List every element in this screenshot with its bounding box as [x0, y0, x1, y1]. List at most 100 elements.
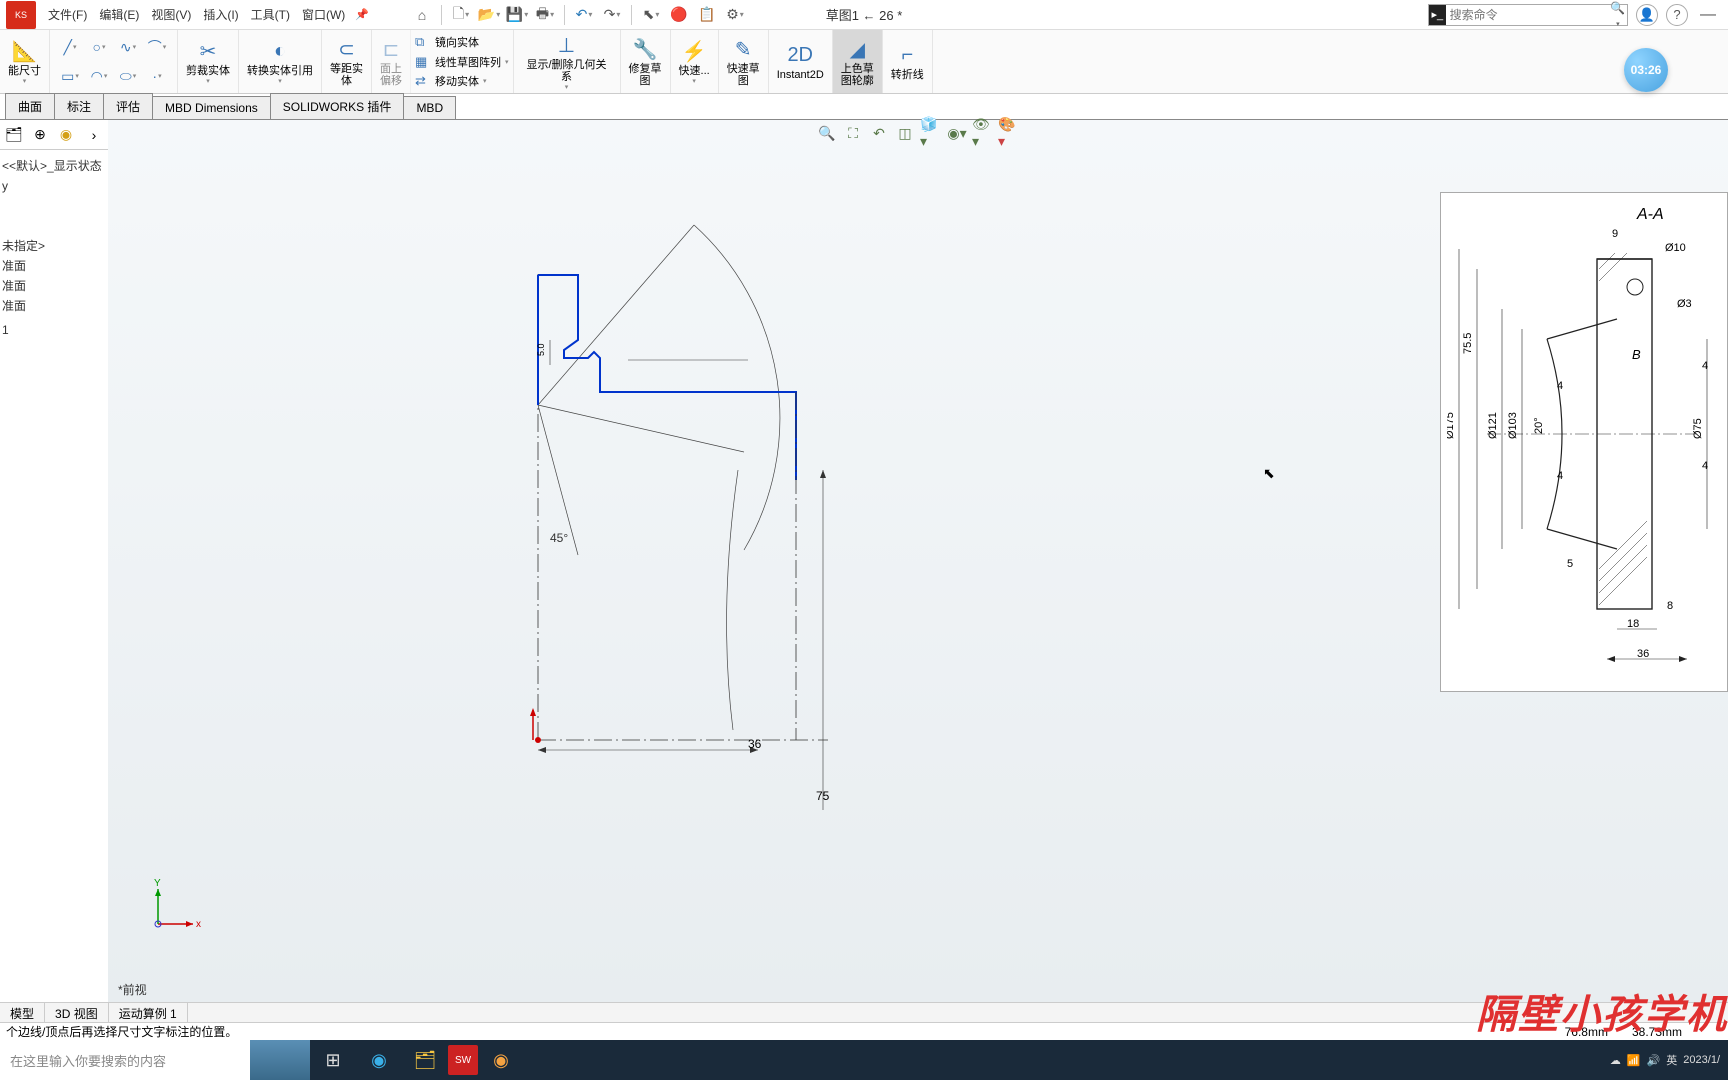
- task-view-icon[interactable]: ⊞: [310, 1040, 356, 1080]
- command-search[interactable]: ▸_ 🔍▾: [1428, 4, 1628, 26]
- display-icon[interactable]: ◉: [56, 125, 76, 145]
- document-title: 草图1 ← 26 *: [826, 5, 903, 24]
- trim-button[interactable]: ✂ 剪裁实体 ▾: [178, 30, 239, 93]
- app-icon[interactable]: ◉: [478, 1040, 524, 1080]
- move-icon: ⇄: [415, 73, 431, 89]
- home-button[interactable]: ⌂: [409, 3, 435, 27]
- settings-button[interactable]: ⚙▾: [722, 3, 748, 27]
- tree-plane[interactable]: 准面: [2, 296, 106, 316]
- solidworks-icon[interactable]: SW: [448, 1045, 478, 1075]
- show-delete-relations-button[interactable]: ⊥ 显示/删除几何关系 ▾: [514, 30, 621, 93]
- tray-cloud-icon[interactable]: ☁: [1610, 1054, 1621, 1067]
- tree-sketch[interactable]: 1: [2, 320, 106, 340]
- reference-drawing: A-A Ø175 75.5 Ø121 Ø103 9 Ø10 Ø3: [1440, 192, 1728, 692]
- tab-mbd[interactable]: MBD: [403, 96, 456, 119]
- offset-entities-button[interactable]: ⊂ 等距实 体: [322, 30, 372, 93]
- edge-icon[interactable]: ◉: [356, 1040, 402, 1080]
- arc-tool[interactable]: ◠▾: [85, 62, 113, 90]
- save-button[interactable]: 💾▾: [504, 3, 530, 27]
- tray-network-icon[interactable]: 📶: [1627, 1054, 1641, 1067]
- tab-annotate[interactable]: 标注: [54, 93, 104, 119]
- quick-access-toolbar: ⌂ 🗋▾ 📂▾ 💾▾ 🖶▾ ↶▾ ↷▾ ⬉▾ 🔴 📋 ⚙▾: [409, 3, 748, 27]
- select-button[interactable]: ⬉▾: [638, 3, 664, 27]
- zoom-fit-icon[interactable]: 🔍: [816, 122, 838, 144]
- convert-entities-button[interactable]: ◐ 转换实体引用 ▾: [239, 30, 322, 93]
- config-icon[interactable]: ⊕: [30, 125, 50, 145]
- move-entities-button[interactable]: ⇄移动实体▾: [415, 71, 509, 91]
- tree-plane[interactable]: 准面: [2, 276, 106, 296]
- convert-icon: ◐: [274, 39, 286, 65]
- feature-tree[interactable]: <<默认>_显示状态 y 未指定> 准面 准面 准面 1: [0, 150, 108, 346]
- section-view-icon[interactable]: ◫: [894, 122, 916, 144]
- feat-tree-icon[interactable]: 🗂: [4, 125, 24, 145]
- prev-view-icon[interactable]: ↶: [868, 122, 890, 144]
- user-icon[interactable]: 👤: [1636, 4, 1658, 26]
- rectangle-tool[interactable]: ▭▾: [56, 62, 84, 90]
- tab-mbd-dim[interactable]: MBD Dimensions: [152, 96, 271, 119]
- menu-window[interactable]: 窗口(W): [296, 6, 351, 23]
- tray-volume-icon[interactable]: 🔊: [1647, 1054, 1661, 1067]
- instant2d-icon: 2D: [787, 43, 813, 69]
- view-orient-icon[interactable]: 🧊▾: [920, 122, 942, 144]
- quick-snap-button[interactable]: ⚡ 快速... ▾: [671, 30, 719, 93]
- fillet-tool[interactable]: ⌒▾: [143, 33, 171, 61]
- tab-motion[interactable]: 运动算例 1: [109, 1003, 188, 1024]
- open-button[interactable]: 📂▾: [476, 3, 502, 27]
- hide-show-icon[interactable]: 👁▾: [972, 122, 994, 144]
- redo-button[interactable]: ↷▾: [599, 3, 625, 27]
- rebuild-button[interactable]: 🔴: [666, 3, 692, 27]
- graphics-area[interactable]: 🔍 ⛶ ↶ ◫ 🧊▾ ◉▾ 👁▾ 🎨▾ 45° 5.0 36: [108, 120, 1728, 1004]
- tree-display-state[interactable]: <<默认>_显示状态: [2, 156, 106, 176]
- tree-material[interactable]: 未指定>: [2, 236, 106, 256]
- ellipse-tool[interactable]: ⬭▾: [114, 62, 142, 90]
- options-button[interactable]: 📋: [694, 3, 720, 27]
- tab-evaluate[interactable]: 评估: [103, 93, 153, 119]
- zoom-area-icon[interactable]: ⛶: [842, 122, 864, 144]
- point-tool[interactable]: ·▾: [143, 62, 171, 90]
- taskbar-weather[interactable]: [250, 1040, 310, 1080]
- pin-icon[interactable]: 📌: [355, 8, 369, 21]
- appearance-icon[interactable]: 🎨▾: [998, 122, 1020, 144]
- view-orientation-label: *前视: [118, 981, 147, 998]
- display-style-icon[interactable]: ◉▾: [946, 122, 968, 144]
- search-input[interactable]: [1446, 8, 1609, 22]
- tab-3d-view[interactable]: 3D 视图: [45, 1003, 109, 1024]
- menu-view[interactable]: 视图(V): [145, 6, 197, 23]
- expand-icon[interactable]: ›: [84, 125, 104, 145]
- tree-plane[interactable]: 准面: [2, 256, 106, 276]
- tab-surface[interactable]: 曲面: [5, 93, 55, 119]
- mirror-button[interactable]: ⧉镜向实体: [415, 32, 509, 52]
- linear-pattern-button[interactable]: ▦线性草图阵列▾: [415, 52, 509, 72]
- line-tool[interactable]: ╱▾: [56, 33, 84, 61]
- new-button[interactable]: 🗋▾: [448, 3, 474, 27]
- app-logo: KS: [6, 1, 36, 29]
- menu-insert[interactable]: 插入(I): [197, 6, 244, 23]
- system-tray[interactable]: ☁ 📶 🔊 英 2023/1/: [1610, 1052, 1728, 1068]
- menu-bar: KS 文件(F) 编辑(E) 视图(V) 插入(I) 工具(T) 窗口(W) 📌…: [0, 0, 1728, 30]
- ime-indicator[interactable]: 英: [1666, 1052, 1677, 1068]
- smart-dimension-button[interactable]: 📐 能尺寸 ▾: [0, 30, 50, 93]
- explorer-icon[interactable]: 🗂: [402, 1040, 448, 1080]
- search-icon[interactable]: 🔍▾: [1609, 1, 1627, 29]
- undo-button[interactable]: ↶▾: [571, 3, 597, 27]
- instant2d-button[interactable]: 2D Instant2D: [769, 30, 833, 93]
- tray-date[interactable]: 2023/1/: [1683, 1054, 1720, 1066]
- repair-sketch-button[interactable]: 🔧 修复草 图: [621, 30, 671, 93]
- windows-search[interactable]: 在这里输入你要搜索的内容: [0, 1040, 250, 1080]
- menu-file[interactable]: 文件(F): [42, 6, 93, 23]
- help-icon[interactable]: ?: [1666, 4, 1688, 26]
- shaded-contour-button[interactable]: ◢ 上色草 图轮廓: [833, 30, 883, 93]
- jog-line-button[interactable]: ⌐ 转折线: [883, 30, 933, 93]
- circle-tool[interactable]: ○▾: [85, 33, 113, 61]
- tree-item[interactable]: y: [2, 176, 106, 196]
- cursor-icon: ⬉: [1263, 465, 1275, 482]
- tab-model[interactable]: 模型: [0, 1003, 45, 1024]
- menu-tools[interactable]: 工具(T): [245, 6, 296, 23]
- spline-tool[interactable]: ∿▾: [114, 33, 142, 61]
- print-button[interactable]: 🖶▾: [532, 3, 558, 27]
- rapid-sketch-button[interactable]: ✎ 快速草 图: [719, 30, 769, 93]
- minimize-icon[interactable]: —: [1696, 6, 1720, 24]
- bottom-tabs: 模型 3D 视图 运动算例 1: [0, 1002, 1728, 1024]
- tab-sw-addins[interactable]: SOLIDWORKS 插件: [270, 93, 405, 119]
- menu-edit[interactable]: 编辑(E): [93, 6, 145, 23]
